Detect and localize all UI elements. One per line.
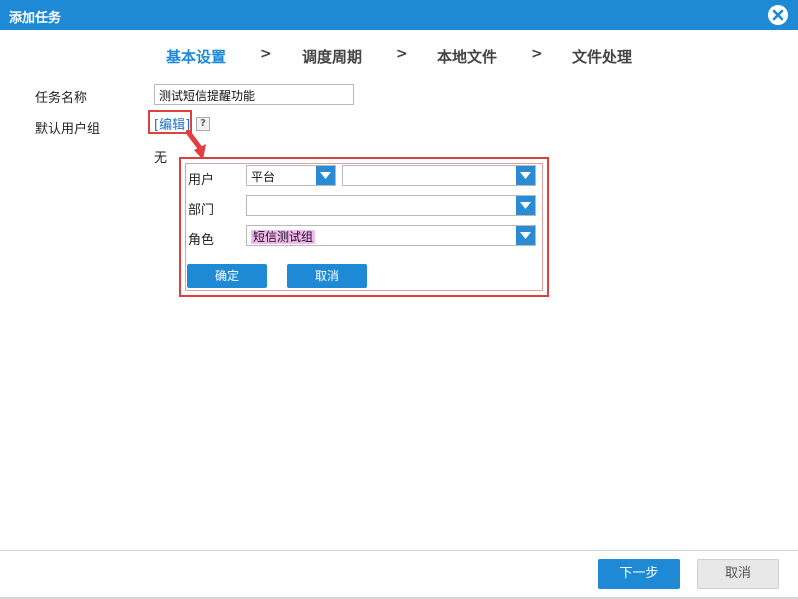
close-icon[interactable] <box>768 5 788 25</box>
task-name-label: 任务名称 <box>35 91 88 106</box>
step-separator: > <box>396 46 408 62</box>
chevron-down-icon[interactable] <box>316 166 335 185</box>
step-file-processing[interactable]: 文件处理 <box>572 46 632 67</box>
step-indicator: 基本设置 > 调度周期 > 本地文件 > 文件处理 <box>0 46 798 68</box>
default-group-label: 默认用户组 <box>35 122 101 137</box>
popup-cancel-button[interactable]: 取消 <box>287 264 367 288</box>
chevron-down-icon[interactable] <box>516 196 535 215</box>
role-label: 角色 <box>188 233 215 248</box>
step-separator: > <box>531 46 543 62</box>
step-schedule[interactable]: 调度周期 <box>302 46 362 67</box>
task-name-input[interactable]: 测试短信提醒功能 <box>154 84 354 105</box>
cancel-button[interactable]: 取消 <box>697 559 779 589</box>
role-select[interactable]: 短信测试组 <box>246 225 536 246</box>
next-step-button[interactable]: 下一步 <box>598 559 680 589</box>
step-separator: > <box>260 46 272 62</box>
chevron-down-icon[interactable] <box>516 226 535 245</box>
edit-link[interactable]: [编辑] <box>154 114 190 133</box>
user-type-select[interactable]: 平台 <box>246 165 336 186</box>
dept-label: 部门 <box>188 203 215 218</box>
dialog-titlebar: 添加任务 <box>0 0 798 30</box>
user-select[interactable] <box>342 165 536 186</box>
dialog-title: 添加任务 <box>9 11 62 26</box>
user-type-value: 平台 <box>251 170 276 184</box>
user-label: 用户 <box>188 173 215 188</box>
user-group-popup: 用户 平台 部门 角色 短信测试组 确定 取消 <box>179 157 549 297</box>
role-value: 短信测试组 <box>251 230 316 244</box>
footer-divider <box>0 550 798 551</box>
chevron-down-icon[interactable] <box>516 166 535 185</box>
step-local-files[interactable]: 本地文件 <box>437 46 497 67</box>
help-icon[interactable]: ? <box>196 117 210 131</box>
none-text: 无 <box>154 151 168 166</box>
step-basic-settings[interactable]: 基本设置 <box>166 46 226 67</box>
popup-ok-button[interactable]: 确定 <box>187 264 267 288</box>
dept-select[interactable] <box>246 195 536 216</box>
